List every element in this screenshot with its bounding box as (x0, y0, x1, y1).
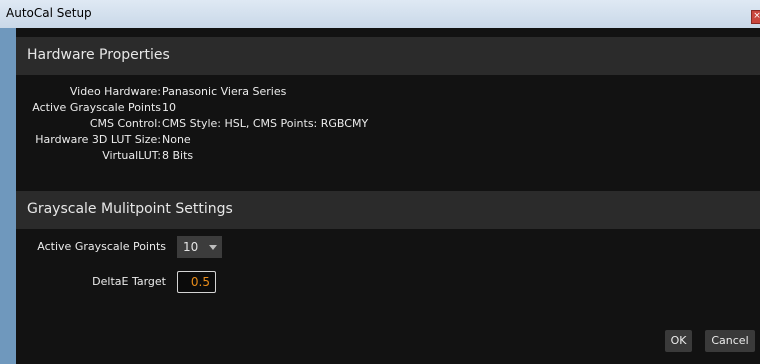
property-value: 10 (162, 101, 176, 114)
property-label: VirtualLUT: (102, 149, 161, 162)
active-grayscale-points-label: Active Grayscale Points (37, 240, 166, 253)
dialog-content: Hardware Properties Video Hardware: Pana… (16, 28, 760, 364)
close-icon[interactable]: × (751, 10, 760, 24)
property-row-3d-lut-size: Hardware 3D LUT Size: None (16, 132, 760, 149)
chevron-down-icon (209, 245, 217, 250)
property-row-active-grayscale-points: Active Grayscale Points 10 (16, 100, 760, 117)
grayscale-settings-header: Grayscale Mulitpoint Settings (16, 191, 760, 229)
property-label: Video Hardware: (69, 85, 161, 98)
autocal-setup-window: AutoCal Setup × Hardware Properties Vide… (0, 0, 760, 364)
cancel-button[interactable]: Cancel (705, 330, 755, 352)
property-value: Panasonic Viera Series (162, 85, 287, 98)
hardware-properties-title: Hardware Properties (27, 47, 170, 63)
property-row-video-hardware: Video Hardware: Panasonic Viera Series (16, 84, 760, 101)
ok-button[interactable]: OK (665, 330, 692, 352)
deltae-target-label: DeltaE Target (92, 275, 166, 288)
window-title: AutoCal Setup (6, 6, 92, 20)
property-label: Active Grayscale Points (32, 101, 161, 114)
deltae-target-input[interactable] (177, 271, 216, 293)
hardware-properties-header: Hardware Properties (16, 37, 760, 75)
active-grayscale-points-dropdown[interactable]: 10 (177, 236, 222, 258)
dropdown-value: 10 (183, 240, 199, 254)
property-value: None (162, 133, 191, 146)
property-value: 8 Bits (162, 149, 194, 162)
grayscale-settings-title: Grayscale Mulitpoint Settings (27, 201, 233, 217)
property-label: CMS Control: (89, 117, 161, 130)
property-row-virtual-lut: VirtualLUT: 8 Bits (16, 148, 760, 165)
property-label: Hardware 3D LUT Size: (35, 133, 161, 146)
property-row-cms-control: CMS Control: CMS Style: HSL, CMS Points:… (16, 116, 760, 133)
property-value: CMS Style: HSL, CMS Points: RGBCMY (162, 117, 369, 130)
title-bar[interactable]: AutoCal Setup × (0, 0, 760, 28)
